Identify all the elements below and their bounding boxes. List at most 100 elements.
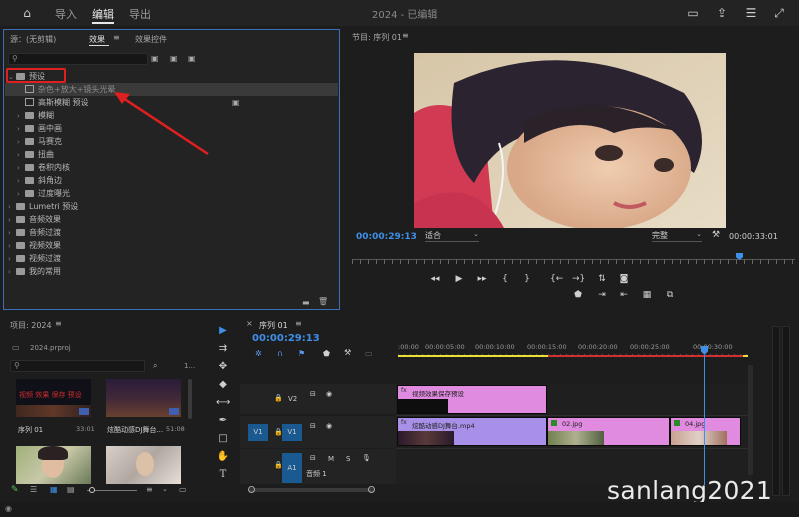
effects-folder[interactable]: › 扭曲 <box>17 148 54 161</box>
mark-out-icon[interactable]: } <box>521 273 533 285</box>
project-search-input[interactable]: ⚲ <box>10 360 145 372</box>
hand-tool-icon[interactable]: ✋ <box>216 450 230 464</box>
list-view-icon[interactable]: ☰ <box>30 485 37 494</box>
camera-icon[interactable]: ◙ <box>618 273 630 285</box>
scrollbar-handle-left[interactable] <box>248 486 255 493</box>
fullscreen-icon[interactable]: ⤢ <box>772 6 786 20</box>
status-icon[interactable]: ◉ <box>5 504 12 513</box>
tab-export[interactable]: 导出 <box>129 6 151 22</box>
32bit-effects-icon[interactable]: ▣ <box>170 54 178 63</box>
step-back-icon[interactable]: ◂◂ <box>429 273 441 285</box>
effects-folder[interactable]: › 模糊 <box>17 109 54 122</box>
solo-button[interactable]: S <box>346 455 350 463</box>
zoom-slider-handle[interactable] <box>89 487 95 493</box>
effects-folder[interactable]: › 过度曝光 <box>17 187 70 200</box>
sync-lock-icon[interactable]: ⊟ <box>310 390 316 398</box>
delete-icon[interactable]: 🗑 <box>318 297 328 306</box>
lift-icon[interactable]: ⇅ <box>596 273 608 285</box>
effects-preset[interactable]: 高斯模糊 预设 ▣ <box>17 96 240 109</box>
microphone-icon[interactable]: 🎙 <box>362 454 371 462</box>
effects-folder[interactable]: › 卷积内核 <box>17 161 70 174</box>
type-tool-icon[interactable]: T <box>216 468 230 482</box>
settings-icon[interactable]: ☰ <box>744 6 758 20</box>
effects-folder[interactable]: › 视频效果 <box>8 239 61 252</box>
play-icon[interactable]: ▶ <box>453 273 465 285</box>
new-item-icon[interactable]: ▭ <box>179 485 187 494</box>
project-item-thumbnail[interactable] <box>16 446 91 484</box>
tab-edit[interactable]: 编辑 <box>92 6 114 22</box>
rectangle-tool-icon[interactable]: □ <box>216 432 230 446</box>
sync-lock-icon[interactable]: ⊟ <box>310 422 316 430</box>
export-frame-icon[interactable]: ▦ <box>641 289 653 301</box>
effects-folder[interactable]: › 我的常用 <box>8 265 61 278</box>
add-marker-icon[interactable]: ⬟ <box>323 349 330 358</box>
effects-folder[interactable]: › 画中画 <box>17 122 62 135</box>
workspace-icon[interactable]: ▭ <box>686 6 700 20</box>
slip-tool-icon[interactable]: ⟷ <box>216 396 230 410</box>
sync-lock-icon[interactable]: ⊟ <box>310 454 316 462</box>
go-to-out-icon[interactable]: →} <box>572 273 585 285</box>
selection-tool-icon[interactable]: ▶ <box>216 324 230 338</box>
track-select-tool-icon[interactable]: ⇉ <box>216 342 230 356</box>
scrollbar-handle-right[interactable] <box>368 486 375 493</box>
sort-icon[interactable]: ≡ <box>146 485 153 494</box>
clip-v1-image[interactable]: 04.jpg <box>670 417 741 446</box>
yuv-effects-icon[interactable]: ▣ <box>188 54 196 63</box>
go-to-in-icon[interactable]: {← <box>550 273 563 285</box>
home-icon[interactable]: ⌂ <box>20 6 34 20</box>
effects-folder[interactable]: › 马赛克 <box>17 135 62 148</box>
sequence-tab[interactable]: 序列 01 <box>259 320 288 331</box>
fit-dropdown[interactable]: 适合 ⌄ <box>425 230 479 242</box>
overwrite-icon[interactable]: ⇤ <box>618 289 630 301</box>
effects-search-input[interactable]: ⚲ <box>8 53 148 65</box>
marker-icon[interactable]: ⬟ <box>572 289 584 301</box>
icon-view-icon[interactable]: ▦ <box>50 485 58 494</box>
captions-icon[interactable]: ▭ <box>365 349 373 358</box>
effects-folder[interactable]: › 音频效果 <box>8 213 61 226</box>
eye-icon[interactable]: ◉ <box>326 390 332 398</box>
timeline-timecode[interactable]: 00:00:29:13 <box>252 333 320 344</box>
panel-menu-icon[interactable]: ≡ <box>295 319 302 328</box>
razor-tool-icon[interactable]: ◆ <box>216 378 230 392</box>
eye-icon[interactable]: ◉ <box>326 422 332 430</box>
pen-tool-icon[interactable]: ✒ <box>216 414 230 428</box>
snap-icon[interactable]: ∩ <box>277 349 283 358</box>
project-scrollbar[interactable] <box>188 379 192 419</box>
project-item-thumbnail[interactable] <box>106 379 181 417</box>
timeline-vertical-scrollbar[interactable] <box>748 365 753 475</box>
freeform-view-icon[interactable]: ▤ <box>67 485 75 494</box>
clip-v2-adjustment[interactable]: fx 视频效果保存预设 <box>397 385 547 414</box>
timeline-horizontal-scrollbar[interactable] <box>249 488 374 492</box>
effects-folder[interactable]: › 音频过渡 <box>8 226 61 239</box>
source-patch-v1[interactable]: V1 <box>248 424 268 441</box>
ripple-edit-tool-icon[interactable]: ✥ <box>216 360 230 374</box>
close-icon[interactable]: × <box>246 319 253 328</box>
effects-folder[interactable]: › 视频过渡 <box>8 252 61 265</box>
find-icon[interactable]: ⌕ <box>153 361 157 371</box>
new-bin-icon[interactable]: ▬ <box>302 298 310 307</box>
track-target-a1[interactable]: A1 <box>282 453 302 483</box>
quality-dropdown[interactable]: 完整 ⌄ <box>652 230 702 242</box>
step-forward-icon[interactable]: ▸▸ <box>476 273 488 285</box>
program-current-timecode[interactable]: 00:00:29:13 <box>356 232 417 242</box>
tab-import[interactable]: 导入 <box>55 6 77 22</box>
share-icon[interactable]: ⇪ <box>715 6 729 20</box>
clip-v1-video[interactable]: fx 炫酷动感DJ舞台.mp4 <box>397 417 547 446</box>
wrench-icon[interactable]: ⚒ <box>712 230 720 240</box>
wrench-icon[interactable]: ⚒ <box>344 348 351 357</box>
chevron-down-icon[interactable]: ⌄ <box>162 485 168 493</box>
project-item-thumbnail[interactable] <box>106 446 181 484</box>
nest-icon[interactable]: ✲ <box>255 349 262 358</box>
mute-button[interactable]: M <box>328 455 334 463</box>
chevron-right-icon[interactable]: › <box>8 266 16 279</box>
effects-folder[interactable]: › 斜角边 <box>17 174 62 187</box>
linked-selection-icon[interactable]: ⚑ <box>298 349 305 358</box>
track-target-v1[interactable]: V1 <box>282 424 302 441</box>
tab-effect-controls[interactable]: 效果控件 <box>135 34 167 45</box>
pencil-icon[interactable]: ✎ <box>11 485 19 495</box>
panel-menu-icon[interactable]: ≡ <box>113 33 120 42</box>
mark-in-icon[interactable]: { <box>499 273 511 285</box>
clip-v1-image[interactable]: 02.jpg <box>547 417 670 446</box>
effects-folder[interactable]: › Lumetri 预设 <box>8 200 78 213</box>
tab-effects[interactable]: 效果 <box>89 34 105 45</box>
